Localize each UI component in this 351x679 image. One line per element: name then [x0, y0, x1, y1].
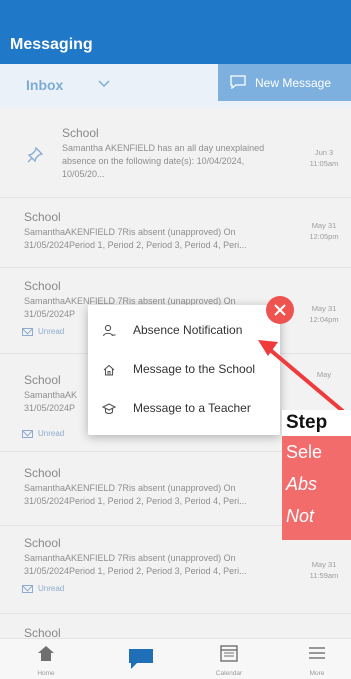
- home-icon: [38, 646, 54, 661]
- nav-label: Calendar: [215, 670, 243, 677]
- calendar-icon: [220, 645, 238, 662]
- messaging-screen: Messaging Inbox New Message School Saman…: [0, 0, 351, 679]
- menu-icon: [309, 647, 325, 659]
- tutorial-line: Not: [286, 506, 315, 526]
- close-menu-button[interactable]: [266, 296, 294, 324]
- tutorial-callout: Step Sele Abs Not: [282, 410, 351, 540]
- tutorial-line: Sele: [286, 442, 323, 462]
- home-icon: [103, 364, 115, 376]
- bottom-navigation: Home Calendar More: [0, 638, 351, 679]
- menu-item-label: Message to the School: [133, 362, 256, 376]
- person-add-icon: [102, 324, 116, 337]
- chat-icon: [129, 649, 153, 669]
- tutorial-arrow: [258, 340, 351, 420]
- page-title: Messaging: [10, 36, 93, 53]
- close-icon: [274, 304, 286, 316]
- nav-messages[interactable]: [111, 639, 171, 679]
- app-header: Messaging: [0, 0, 351, 64]
- tutorial-line: Abs: [286, 474, 318, 494]
- graduation-cap-icon: [102, 403, 116, 415]
- nav-calendar[interactable]: Calendar: [199, 639, 259, 679]
- menu-item-label: Message to a Teacher: [133, 401, 251, 415]
- nav-label: Home: [37, 670, 55, 677]
- nav-label: More: [309, 670, 325, 677]
- nav-home[interactable]: Home: [16, 639, 76, 679]
- menu-item-label: Absence Notification: [133, 323, 243, 337]
- tutorial-step-label: Step: [286, 412, 328, 433]
- tutorial-step-heading: Step: [282, 410, 351, 436]
- nav-more[interactable]: More: [287, 639, 347, 679]
